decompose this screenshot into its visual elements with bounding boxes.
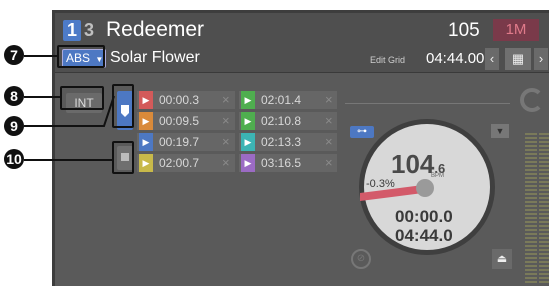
hotcue-time: 02:10.8 bbox=[261, 114, 302, 128]
callout-line bbox=[24, 55, 58, 57]
callout-10: 10 bbox=[4, 149, 24, 169]
total-time: 04:44.00 bbox=[426, 50, 485, 67]
level-meter-left bbox=[525, 133, 537, 283]
stage: 1 3 Redeemer 105 1M ABS ▼ Solar Flower E… bbox=[0, 0, 549, 286]
deck-1-indicator[interactable]: 1 bbox=[63, 20, 81, 41]
edit-grid-label[interactable]: Edit Grid bbox=[370, 55, 405, 65]
callout-9: 9 bbox=[4, 116, 24, 136]
eject-icon[interactable]: ⏏ bbox=[492, 249, 512, 269]
callout-line bbox=[24, 159, 112, 161]
sync-icon[interactable]: ⊘ bbox=[351, 249, 371, 269]
grid-tool-button[interactable]: ▦ bbox=[505, 48, 531, 70]
callout-line bbox=[24, 96, 115, 127]
hotcue-time: 00:00.3 bbox=[159, 93, 200, 107]
hotcue-time: 00:19.7 bbox=[159, 135, 200, 149]
track-artist: Solar Flower bbox=[110, 49, 200, 66]
hotcue-time: 02:13.3 bbox=[261, 135, 302, 149]
play-icon: ▶ bbox=[139, 112, 153, 130]
callout-8: 8 bbox=[4, 86, 24, 106]
hotcue-time: 03:16.5 bbox=[261, 156, 302, 170]
hotcue-time: 00:09.5 bbox=[159, 114, 200, 128]
play-icon: ▶ bbox=[241, 91, 255, 109]
chevron-left-icon: ‹ bbox=[489, 51, 495, 66]
pitch-percent: -0.3% bbox=[366, 178, 395, 190]
bracket-icon[interactable]: ⊶ bbox=[350, 126, 374, 138]
nav-next-button[interactable]: › bbox=[534, 48, 548, 70]
play-icon: ▶ bbox=[241, 133, 255, 151]
callout-box bbox=[57, 45, 105, 68]
bpm-unit: BPM bbox=[431, 173, 445, 179]
play-icon: ▶ bbox=[139, 133, 153, 151]
close-icon[interactable]: × bbox=[222, 133, 230, 151]
nav-prev-button[interactable]: ‹ bbox=[485, 48, 499, 70]
hotcue-time: 02:00.7 bbox=[159, 156, 200, 170]
key-badge[interactable]: 1M bbox=[493, 19, 539, 41]
callout-box bbox=[112, 141, 134, 174]
grid-icon: ▦ bbox=[511, 51, 525, 66]
loader-icon bbox=[520, 88, 544, 112]
play-icon: ▶ bbox=[241, 154, 255, 172]
callout-7: 7 bbox=[4, 45, 24, 65]
bpm-display: 105 bbox=[448, 20, 480, 41]
close-icon[interactable]: × bbox=[222, 154, 230, 172]
play-icon: ▶ bbox=[139, 154, 153, 172]
close-icon[interactable]: × bbox=[325, 154, 333, 172]
elapsed-time: 00:00.0 bbox=[395, 207, 453, 226]
close-icon[interactable]: × bbox=[325, 133, 333, 151]
close-icon[interactable]: × bbox=[325, 91, 333, 109]
triangle-down-icon[interactable]: ▼ bbox=[491, 124, 509, 138]
close-icon[interactable]: × bbox=[222, 112, 230, 130]
close-icon[interactable]: × bbox=[222, 91, 230, 109]
track-title: Redeemer bbox=[106, 18, 205, 41]
divider bbox=[345, 103, 510, 104]
play-icon: ▶ bbox=[241, 112, 255, 130]
chevron-right-icon: › bbox=[538, 51, 544, 66]
close-icon[interactable]: × bbox=[325, 112, 333, 130]
callout-box bbox=[112, 84, 134, 128]
remaining-time: 04:44.0 bbox=[395, 226, 453, 245]
level-meter-right bbox=[539, 133, 549, 283]
hotcue-time: 02:01.4 bbox=[261, 93, 302, 107]
deck-header: 1 3 Redeemer 105 1M ABS ▼ Solar Flower E… bbox=[55, 13, 549, 73]
deck-3-indicator[interactable]: 3 bbox=[84, 20, 94, 41]
play-icon: ▶ bbox=[139, 91, 153, 109]
